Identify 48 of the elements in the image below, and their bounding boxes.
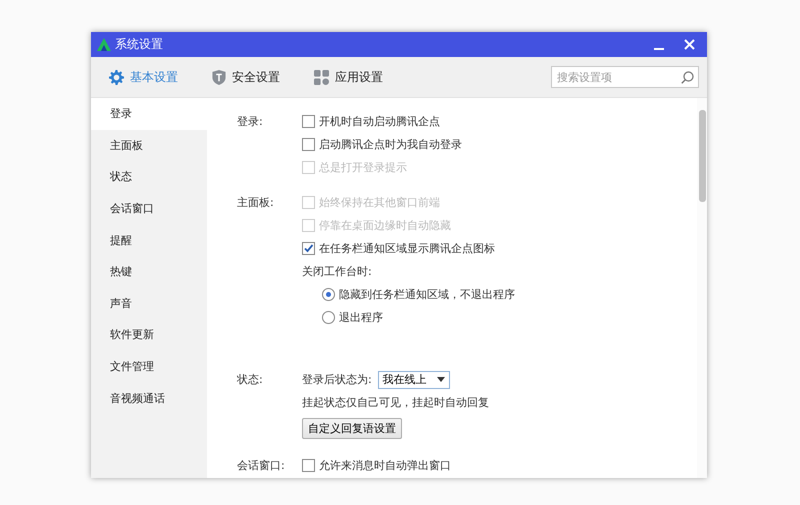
select-label: 登录后状态为:: [302, 372, 372, 387]
checkbox-label: 停靠在桌面边缘时自动隐藏: [319, 218, 451, 233]
settings-tab[interactable]: 应用设置: [314, 68, 383, 86]
window-title: 系统设置: [115, 36, 164, 53]
checkbox-label: 开机时自动启动腾讯企点: [319, 114, 440, 129]
checkbox-label: 总是打开登录提示: [319, 160, 407, 175]
sidebar-item[interactable]: 状态: [91, 161, 207, 193]
gear-icon: [109, 70, 124, 84]
sidebar-item[interactable]: 会话窗口: [91, 192, 207, 224]
custom-reply-button[interactable]: 自定义回复语设置: [302, 418, 402, 438]
radio-button[interactable]: [322, 311, 335, 324]
radio-button[interactable]: [322, 288, 335, 301]
close-icon: [684, 39, 694, 50]
radio-label: 退出程序: [339, 310, 383, 325]
sidebar-item[interactable]: 主面板: [91, 130, 207, 162]
search-field[interactable]: 搜索设置项: [551, 66, 699, 88]
checkbox-label: 允许来消息时自动弹出窗口: [319, 458, 451, 473]
settings-tab[interactable]: 安全设置: [212, 68, 280, 86]
checkbox[interactable]: [302, 115, 315, 128]
sidebar-item[interactable]: 软件更新: [91, 319, 207, 351]
shield-icon: [212, 70, 226, 84]
minimize-icon: [654, 48, 664, 50]
checkbox-label: 启动腾讯企点时为我自动登录: [319, 137, 462, 152]
section-label: 会话窗口:: [237, 459, 285, 472]
radio-label: 隐藏到任务栏通知区域，不退出程序: [339, 287, 515, 302]
sidebar-item[interactable]: 声音: [91, 288, 207, 320]
checkbox-label: 在任务栏通知区域显示腾讯企点图标: [319, 241, 495, 256]
sidebar-item[interactable]: 音视频通话: [91, 382, 207, 414]
checkbox[interactable]: [302, 138, 315, 151]
sidebar-item[interactable]: 登录: [91, 98, 207, 130]
checkbox-label: 始终保持在其他窗口前端: [319, 195, 440, 210]
logo-icon: [97, 38, 111, 51]
section-label: 状态:: [237, 373, 263, 386]
option-text: 关闭工作台时:: [302, 264, 372, 279]
apps-icon: [314, 70, 329, 84]
sidebar-item[interactable]: 热键: [91, 256, 207, 288]
status-dropdown[interactable]: 我在线上: [378, 370, 450, 388]
sidebar-item[interactable]: 文件管理: [91, 350, 207, 382]
option-text: 挂起状态仅自己可见，挂起时自动回复: [302, 395, 489, 410]
settings-tab[interactable]: 基本设置: [109, 68, 178, 86]
sidebar-item[interactable]: 提醒: [91, 224, 207, 256]
caret-icon: [436, 377, 445, 382]
scrollbar[interactable]: [697, 98, 707, 478]
section-label: 登录:: [237, 115, 263, 128]
checkbox[interactable]: [302, 459, 315, 472]
search-icon: [681, 71, 694, 84]
section-label: 主面板:: [237, 196, 274, 209]
checkbox[interactable]: [302, 242, 315, 255]
